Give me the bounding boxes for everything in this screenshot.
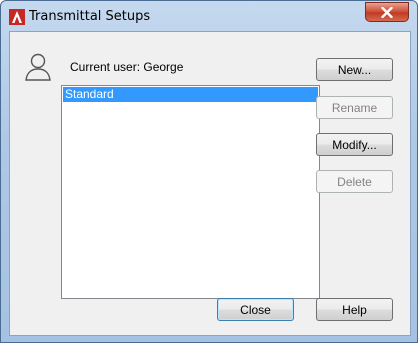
window-close-button[interactable] <box>365 2 409 22</box>
current-user-label: Current user: George <box>70 60 184 74</box>
user-icon <box>25 53 51 81</box>
setups-listbox[interactable]: Standard <box>61 85 320 299</box>
close-icon <box>381 6 393 18</box>
list-item[interactable]: Standard <box>63 87 318 102</box>
modify-button[interactable]: Modify... <box>316 133 393 156</box>
close-button[interactable]: Close <box>217 298 294 321</box>
rename-button[interactable]: Rename <box>316 96 393 119</box>
window-title: Transmittal Setups <box>29 9 151 24</box>
help-button[interactable]: Help <box>316 298 393 321</box>
delete-button[interactable]: Delete <box>316 170 393 193</box>
new-button[interactable]: New... <box>316 58 393 81</box>
title-bar[interactable]: Transmittal Setups <box>1 1 417 31</box>
autocad-app-icon <box>9 9 25 25</box>
